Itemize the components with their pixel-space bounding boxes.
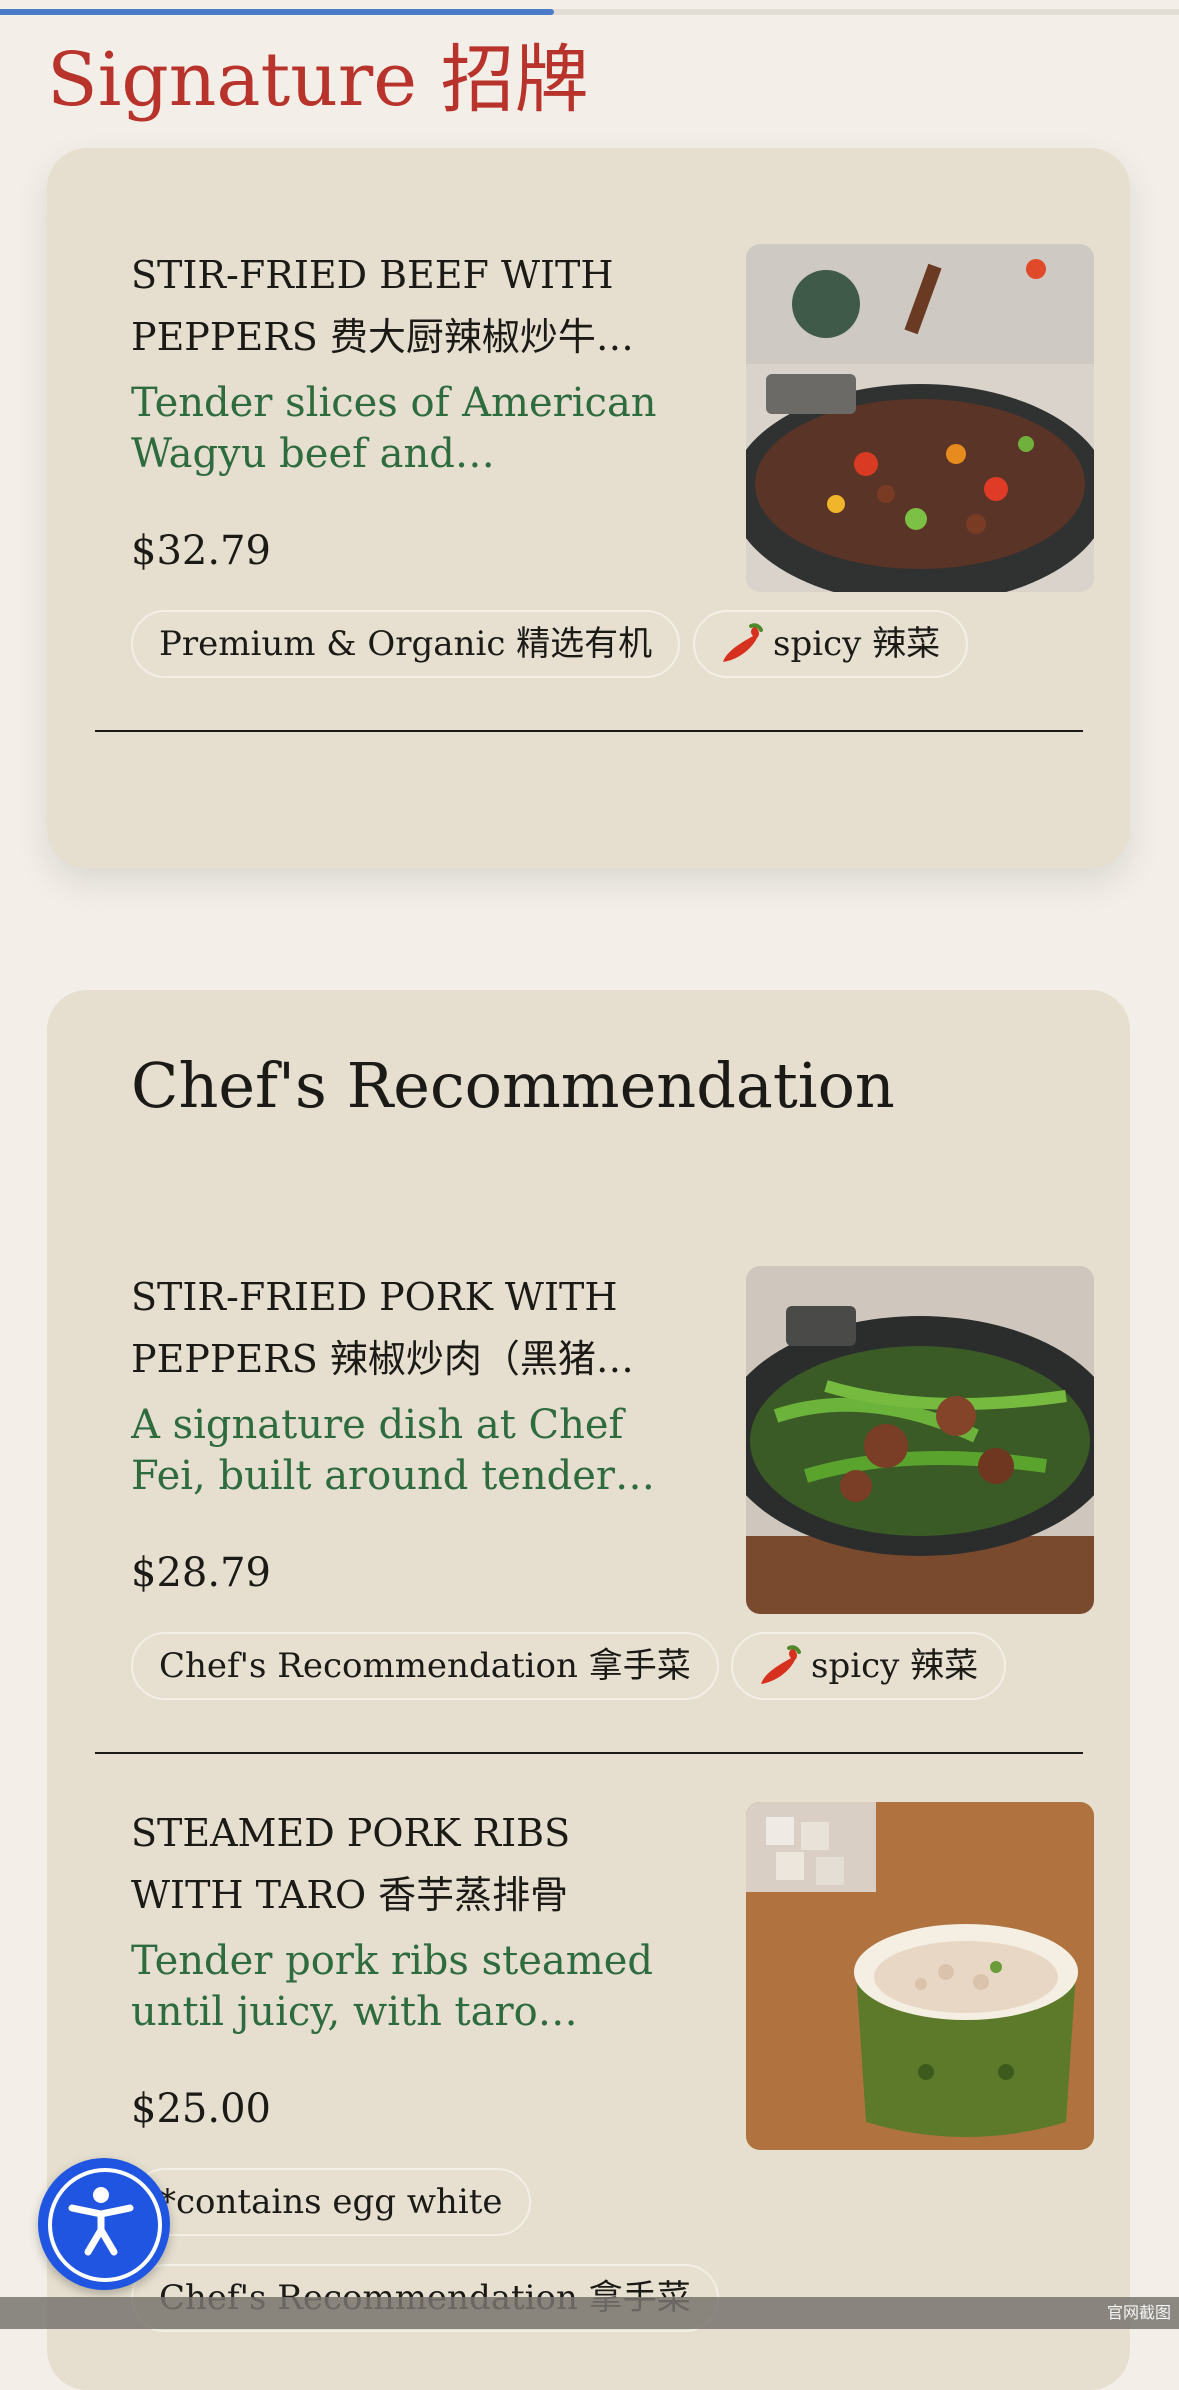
tag-spicy: spicy 辣菜: [731, 1632, 1007, 1700]
menu-item-description: Tender pork ribs steamed until juicy, wi…: [131, 1938, 653, 2035]
section-title-signature: Signature 招牌: [47, 37, 589, 123]
chili-pepper-icon: [723, 623, 763, 662]
accessibility-button-ring: [48, 2168, 162, 2282]
accessibility-icon: [68, 2187, 134, 2256]
tag-spicy: spicy 辣菜: [693, 610, 969, 678]
tag-spicy-label: spicy 辣菜: [811, 1646, 979, 1686]
menu-item-description: Tender slices of American Wagyu beef and…: [131, 380, 657, 477]
tag-contains-egg-white: *contains egg white: [131, 2168, 531, 2236]
menu-item-name: STEAMED PORK RIBS WITH TARO 香芋蒸排骨: [131, 1811, 571, 1917]
menu-item-text: STIR-FRIED PORK WITH PEPPERS 辣椒炒肉（黑猪… A …: [131, 1266, 661, 1502]
menu-item-price: $25.00: [131, 2086, 271, 2132]
tag-chef-recommendation: Chef's Recommendation 拿手菜: [131, 1632, 719, 1700]
beef-wok-photo[interactable]: [746, 244, 1094, 592]
menu-item-price: $32.79: [131, 528, 271, 574]
scroll-progress-bar: [0, 9, 555, 15]
menu-item-name: STIR-FRIED BEEF WITH PEPPERS 费大厨辣椒炒牛…: [131, 253, 634, 359]
item-divider: [95, 730, 1083, 732]
menu-item-name: STIR-FRIED PORK WITH PEPPERS 辣椒炒肉（黑猪…: [131, 1275, 634, 1381]
tag-spicy-label: spicy 辣菜: [773, 624, 941, 664]
steamed-ribs-photo[interactable]: [746, 1802, 1094, 2150]
tag-premium-organic: Premium & Organic 精选有机: [131, 610, 681, 678]
menu-item-price: $28.79: [131, 1550, 271, 1596]
accessibility-button[interactable]: [38, 2158, 170, 2290]
item-divider: [95, 1752, 1083, 1754]
chili-pepper-icon: [761, 1645, 801, 1684]
menu-item-description: A signature dish at Chef Fei, built arou…: [131, 1402, 656, 1499]
pork-wok-photo[interactable]: [746, 1266, 1094, 1614]
watermark-label: 官网截图: [1106, 2303, 1171, 2322]
bottom-overlay-bar: 官网截图: [0, 2297, 1179, 2329]
section-heading-chef-recommendation: Chef's Recommendation: [131, 1049, 895, 1122]
menu-item-text: STEAMED PORK RIBS WITH TARO 香芋蒸排骨 Tender…: [131, 1802, 661, 2038]
signature-card: STIR-FRIED BEEF WITH PEPPERS 费大厨辣椒炒牛… Te…: [47, 148, 1130, 868]
menu-item-text: STIR-FRIED BEEF WITH PEPPERS 费大厨辣椒炒牛… Te…: [131, 244, 661, 480]
chef-recommendation-card: Chef's Recommendation STIR-FRIED PORK WI…: [47, 990, 1130, 2390]
